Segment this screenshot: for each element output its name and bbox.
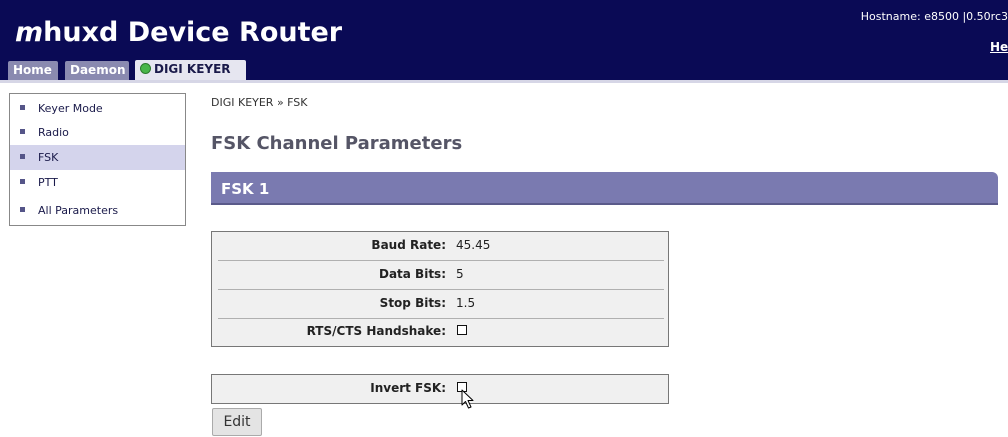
sidebar-item-ptt[interactable]: PTT — [10, 170, 185, 195]
sidebar-item-keyer-mode[interactable]: Keyer Mode — [10, 96, 185, 121]
status-dot-icon — [140, 63, 151, 74]
tab-daemon[interactable]: Daemon — [65, 61, 129, 80]
tab-digi-keyer-label: DIGI KEYER — [154, 62, 231, 76]
param-row-rts-cts-handshake: RTS/CTS Handshake: — [218, 318, 664, 346]
sidebar-item-label: All Parameters — [38, 204, 119, 217]
sidebar-item-radio[interactable]: Radio — [10, 120, 185, 145]
param-row-baud-rate: Baud Rate: 45.45 — [218, 232, 664, 261]
sidebar: Keyer Mode Radio FSK PTT All Parameters — [9, 93, 186, 226]
mouse-pointer-icon — [461, 389, 474, 409]
sidebar-item-label: Radio — [38, 126, 69, 139]
sidebar-item-label: PTT — [38, 176, 58, 189]
param-value: 1.5 — [456, 296, 476, 310]
sidebar-item-label: Keyer Mode — [38, 102, 103, 115]
page-title: FSK Channel Parameters — [211, 133, 463, 154]
sidebar-item-fsk[interactable]: FSK — [10, 145, 185, 170]
bullet-icon — [20, 207, 25, 212]
rts-cts-handshake-checkbox[interactable] — [457, 325, 467, 335]
app-title: mhuxd Device Router — [15, 17, 342, 48]
param-label: RTS/CTS Handshake: — [306, 324, 446, 338]
parameters-table: Baud Rate: 45.45 Data Bits: 5 Stop Bits:… — [211, 231, 669, 347]
param-label: Data Bits: — [378, 267, 446, 281]
header-bar: mhuxd Device Router Hostname: e8500 |0.5… — [0, 0, 1008, 80]
param-row-invert-fsk: Invert FSK: — [218, 375, 664, 403]
bullet-icon — [20, 179, 25, 184]
hostname-label: Hostname: e8500 |0.50rc3 — [860, 10, 1008, 23]
app-title-prefix: m — [15, 17, 44, 48]
param-row-stop-bits: Stop Bits: 1.5 — [218, 290, 664, 319]
section-title: FSK 1 — [221, 180, 270, 198]
parameters-table-invert: Invert FSK: — [211, 374, 669, 404]
sidebar-item-all-parameters[interactable]: All Parameters — [10, 198, 185, 223]
tab-digi-keyer[interactable]: DIGI KEYER — [135, 60, 246, 80]
param-label: Stop Bits: — [379, 296, 446, 310]
bullet-icon — [20, 129, 25, 134]
param-label: Baud Rate: — [371, 238, 446, 252]
section-header: FSK 1 — [211, 172, 998, 205]
help-link[interactable]: Help — [990, 40, 1008, 54]
sidebar-item-label: FSK — [38, 151, 59, 164]
edit-button[interactable]: Edit — [212, 408, 262, 436]
param-value: 5 — [456, 267, 464, 281]
bullet-icon — [20, 105, 25, 110]
breadcrumb: DIGI KEYER » FSK — [211, 96, 308, 109]
bullet-icon — [20, 154, 25, 159]
tab-home[interactable]: Home — [8, 61, 58, 80]
app-title-text: huxd Device Router — [43, 17, 343, 48]
param-label: Invert FSK: — [370, 381, 446, 395]
param-row-data-bits: Data Bits: 5 — [218, 261, 664, 290]
param-value: 45.45 — [456, 238, 491, 252]
header-divider — [0, 80, 1008, 83]
